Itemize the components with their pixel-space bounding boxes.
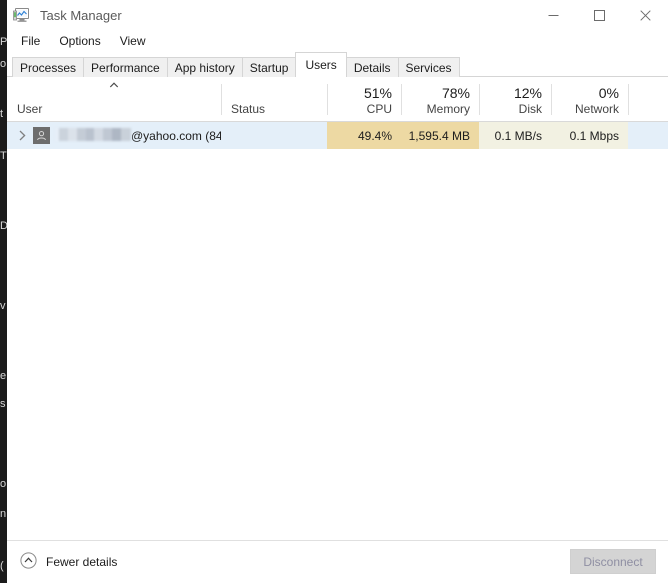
column-header-user[interactable]: User bbox=[7, 77, 221, 121]
column-header-status-label: Status bbox=[231, 102, 266, 116]
column-header-disk[interactable]: 12% Disk bbox=[479, 77, 551, 121]
bg-ghost-text: t bbox=[0, 108, 4, 120]
column-header-memory[interactable]: 78% Memory bbox=[401, 77, 479, 121]
close-button[interactable] bbox=[622, 0, 668, 30]
menu-item-view[interactable]: View bbox=[114, 32, 155, 50]
bg-ghost-text: P bbox=[0, 36, 7, 48]
bg-ghost-text: o bbox=[0, 478, 7, 490]
bg-ghost-text: s bbox=[0, 398, 6, 410]
column-header-network[interactable]: 0% Network bbox=[551, 77, 628, 121]
user-account-icon bbox=[33, 127, 50, 144]
menu-item-options[interactable]: Options bbox=[53, 32, 109, 50]
column-header-memory-label: Memory bbox=[426, 102, 470, 116]
column-header-cpu[interactable]: 51% CPU bbox=[327, 77, 401, 121]
tab-app-history[interactable]: App history bbox=[166, 57, 243, 77]
row-user-name-suffix: @yahoo.com (84) bbox=[131, 128, 221, 143]
disconnect-button[interactable]: Disconnect bbox=[570, 549, 656, 574]
bg-ghost-text: n bbox=[0, 508, 7, 520]
column-header-filler bbox=[628, 77, 668, 121]
row-cell-disk[interactable]: 0.1 MB/s bbox=[479, 122, 551, 149]
column-header-memory-percent: 78% bbox=[441, 85, 470, 101]
column-header-cpu-label: CPU bbox=[366, 102, 392, 116]
tab-services[interactable]: Services bbox=[397, 57, 460, 77]
table-row[interactable]: @yahoo.com (84) 49.4% 1,595.4 MB 0.1 MB/… bbox=[7, 122, 668, 149]
bg-ghost-text: T bbox=[0, 150, 7, 162]
row-cell-cpu[interactable]: 49.4% bbox=[327, 122, 401, 149]
column-header-status[interactable]: Status bbox=[221, 77, 327, 121]
minimize-icon bbox=[548, 14, 558, 16]
row-user-name: @yahoo.com (84) bbox=[55, 128, 221, 143]
tab-performance[interactable]: Performance bbox=[83, 57, 168, 77]
task-manager-window: Task Manager File Options View Processes… bbox=[7, 0, 668, 583]
maximize-button[interactable] bbox=[576, 0, 622, 30]
row-cell-memory[interactable]: 1,595.4 MB bbox=[401, 122, 479, 149]
tab-users[interactable]: Users bbox=[295, 52, 347, 77]
sort-ascending-icon bbox=[109, 82, 119, 88]
bg-ghost-text: e bbox=[0, 370, 7, 382]
caption-button-group bbox=[530, 0, 668, 30]
maximize-icon bbox=[593, 9, 605, 21]
title-bar: Task Manager bbox=[7, 0, 668, 30]
task-manager-monitor-icon bbox=[13, 6, 31, 24]
bg-ghost-text: D bbox=[0, 220, 7, 232]
users-table: User Status 51% CPU 78% Memory 12% Disk … bbox=[7, 77, 668, 540]
column-header-user-label: User bbox=[17, 102, 43, 116]
close-icon bbox=[639, 9, 651, 21]
expand-row-chevron-right-icon[interactable] bbox=[11, 130, 33, 141]
chevron-up-circle-icon bbox=[20, 552, 37, 572]
fewer-details-label: Fewer details bbox=[46, 555, 118, 569]
row-cell-network[interactable]: 0.1 Mbps bbox=[551, 122, 628, 149]
column-header-disk-label: Disk bbox=[518, 102, 542, 116]
bg-ghost-text: v bbox=[0, 300, 6, 312]
row-cell-filler bbox=[628, 122, 668, 149]
row-cell-user[interactable]: @yahoo.com (84) bbox=[7, 122, 221, 149]
column-header-network-percent: 0% bbox=[598, 85, 619, 101]
column-header-cpu-percent: 51% bbox=[363, 85, 392, 101]
tab-processes[interactable]: Processes bbox=[12, 57, 85, 77]
tab-details[interactable]: Details bbox=[345, 57, 399, 77]
minimize-button[interactable] bbox=[530, 0, 576, 30]
tab-strip: Processes Performance App history Startu… bbox=[7, 52, 668, 77]
background-window-edge: P o t T D v e s o n ( bbox=[0, 0, 7, 583]
menu-bar: File Options View bbox=[7, 30, 668, 52]
bg-ghost-text: o bbox=[0, 58, 7, 70]
window-title: Task Manager bbox=[40, 7, 122, 23]
column-header-disk-percent: 12% bbox=[513, 85, 542, 101]
menu-item-file[interactable]: File bbox=[15, 32, 49, 50]
status-bar: Fewer details Disconnect bbox=[7, 540, 668, 583]
row-cell-status[interactable] bbox=[221, 122, 327, 149]
fewer-details-button[interactable]: Fewer details bbox=[20, 552, 117, 572]
bg-ghost-text: ( bbox=[0, 560, 4, 572]
tab-startup[interactable]: Startup bbox=[241, 57, 297, 77]
column-header-network-label: Network bbox=[574, 102, 619, 116]
redacted-username-blur bbox=[55, 128, 131, 141]
table-column-header-row: User Status 51% CPU 78% Memory 12% Disk … bbox=[7, 77, 668, 122]
